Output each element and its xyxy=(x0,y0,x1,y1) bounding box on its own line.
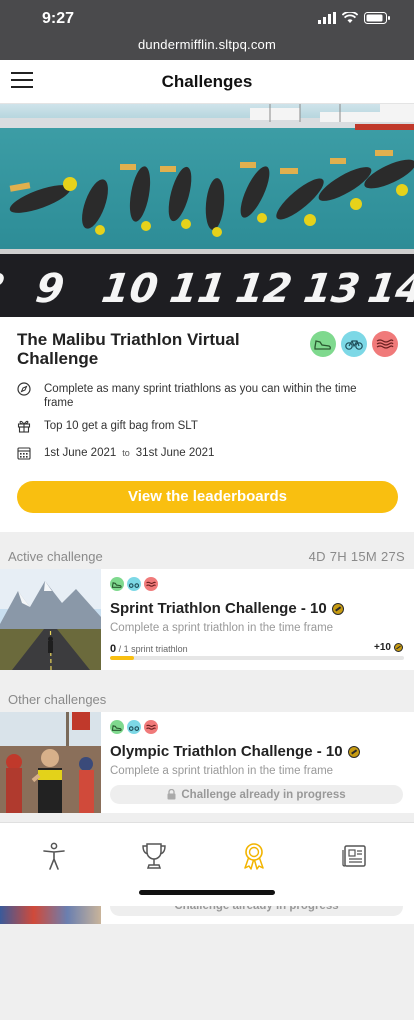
swim-waves-icon xyxy=(372,331,398,357)
signal-icon xyxy=(318,12,336,24)
status-bar: 9:27 dundermifflin.sltpq.com xyxy=(0,0,414,60)
page-title: Challenges xyxy=(161,72,253,91)
lock-icon xyxy=(167,789,176,800)
active-challenge-section-header: Active challenge 4D 7H 15M 27S xyxy=(0,535,414,569)
browser-url[interactable]: dundermifflin.sltpq.com xyxy=(0,37,414,52)
challenge-thumbnail-road xyxy=(0,569,101,670)
running-shoe-icon xyxy=(110,720,124,734)
tab-activity[interactable] xyxy=(39,841,69,871)
featured-challenge-title: The Malibu Triathlon Virtual Challenge xyxy=(17,330,240,368)
other-challenges-label: Other challenges xyxy=(8,692,107,707)
wifi-icon xyxy=(342,12,358,23)
info-prize-text: Top 10 get a gift bag from SLT xyxy=(44,420,198,432)
challenge-description: Complete a sprint triathlon in the time … xyxy=(110,622,334,634)
active-challenge-label: Active challenge xyxy=(8,549,103,564)
tab-leaderboard[interactable] xyxy=(139,841,169,871)
challenge-title: Olympic Triathlon Challenge - 10 xyxy=(110,743,360,760)
date-separator: to xyxy=(122,448,130,458)
other-challenges-section-header: Other challenges xyxy=(0,678,414,712)
lane-number: 12 xyxy=(233,266,295,312)
view-leaderboards-button[interactable]: View the leaderboards xyxy=(17,481,398,513)
sport-icons xyxy=(310,331,398,357)
countdown-timer: 4D 7H 15M 27S xyxy=(308,549,405,564)
sport-mini-icons xyxy=(110,720,158,734)
row-gap xyxy=(0,813,414,822)
coin-icon xyxy=(394,643,403,652)
challenge-thumbnail-peek xyxy=(0,906,101,924)
status-time: 9:27 xyxy=(42,10,75,27)
lane-number: 10 xyxy=(99,266,161,312)
progress-bar-fill xyxy=(110,656,134,660)
gift-icon xyxy=(17,419,33,437)
status-icons xyxy=(318,12,390,24)
info-prize-row: Top 10 get a gift bag from SLT xyxy=(17,419,198,437)
progress-text: 0 / 1 sprint triathlon xyxy=(110,643,188,655)
info-goal-row: Complete as many sprint triathlons as yo… xyxy=(17,382,374,410)
coin-icon xyxy=(331,602,344,615)
challenge-title-text: Olympic Triathlon Challenge - 10 xyxy=(110,743,343,760)
lane-number: 14 xyxy=(365,266,414,312)
activity-person-icon xyxy=(43,842,65,870)
featured-challenge-card: The Malibu Triathlon Virtual Challenge C… xyxy=(0,317,414,532)
active-challenge-row[interactable]: Sprint Triathlon Challenge - 10 Complete… xyxy=(0,569,414,670)
reward-points-text: +10 xyxy=(374,642,391,653)
award-ribbon-icon xyxy=(244,843,264,870)
news-icon xyxy=(342,845,366,867)
progress-total: / 1 sprint triathlon xyxy=(116,644,188,654)
swim-waves-icon xyxy=(144,577,158,591)
battery-icon xyxy=(364,12,390,24)
tab-challenges[interactable] xyxy=(239,841,269,871)
home-indicator xyxy=(139,890,275,895)
running-shoe-icon xyxy=(310,331,336,357)
challenge-locked-pill: Challenge already in progress xyxy=(110,906,403,916)
compass-icon xyxy=(17,382,33,410)
calendar-icon xyxy=(17,446,33,464)
swim-waves-icon xyxy=(144,720,158,734)
info-dates-row: 1st June 2021 to 31st June 2021 xyxy=(17,446,214,464)
coin-icon xyxy=(347,745,360,758)
info-goal-text: Complete as many sprint triathlons as yo… xyxy=(44,383,357,409)
progress-bar xyxy=(110,656,404,660)
start-date: 1st June 2021 xyxy=(44,447,117,459)
challenge-title: Sprint Triathlon Challenge - 10 xyxy=(110,600,344,617)
trophy-icon xyxy=(142,843,166,869)
lane-number: 11 xyxy=(167,266,229,312)
running-shoe-icon xyxy=(110,577,124,591)
hero-image: 8 9 10 11 12 13 14 xyxy=(0,104,414,317)
app-header: Challenges xyxy=(0,60,414,104)
challenge-title-text: Sprint Triathlon Challenge - 10 xyxy=(110,600,327,617)
challenge-description: Complete a sprint triathlon in the time … xyxy=(110,765,334,777)
tab-news[interactable] xyxy=(340,841,370,871)
other-challenge-row[interactable]: Olympic Triathlon Challenge - 10 Complet… xyxy=(0,712,414,813)
lane-number: 13 xyxy=(301,266,363,312)
end-date: 31st June 2021 xyxy=(135,447,215,459)
bicycle-icon xyxy=(127,577,141,591)
locked-text: Challenge already in progress xyxy=(181,788,346,801)
challenge-thumbnail-olympic xyxy=(0,712,101,813)
bottom-tab-bar xyxy=(0,822,414,906)
reward-points: +10 xyxy=(374,642,403,653)
challenge-locked-pill: Challenge already in progress xyxy=(110,785,403,804)
bicycle-icon xyxy=(341,331,367,357)
bicycle-icon xyxy=(127,720,141,734)
next-challenge-row-peek: Challenge already in progress xyxy=(0,906,414,924)
sport-mini-icons xyxy=(110,577,158,591)
